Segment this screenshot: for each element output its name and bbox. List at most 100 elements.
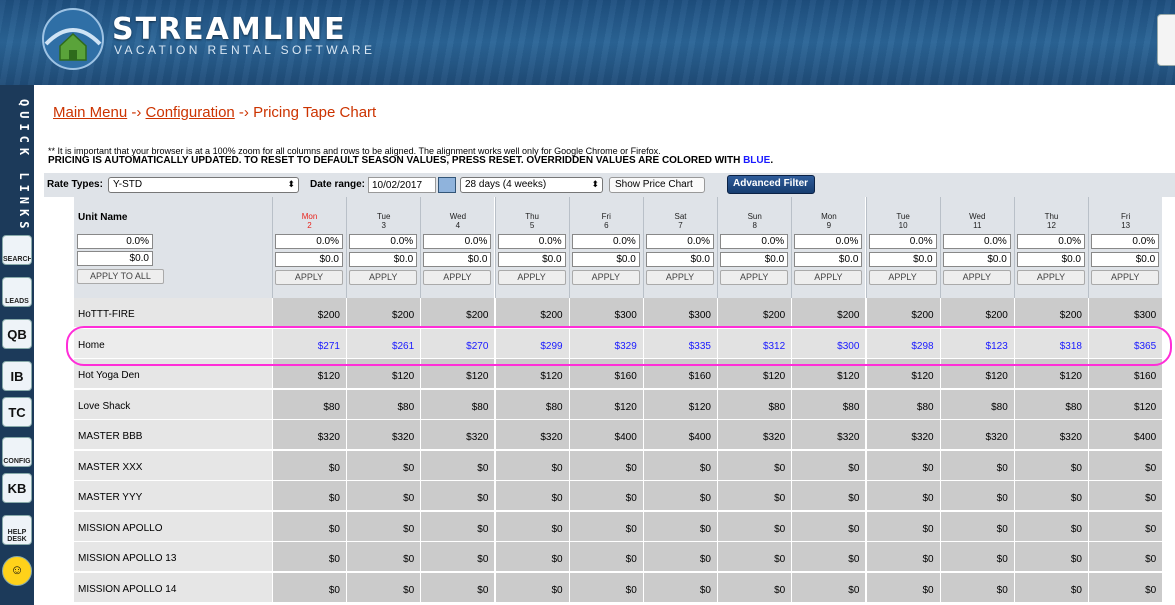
price-cell[interactable]: $298 xyxy=(866,328,940,358)
price-cell[interactable]: $0 xyxy=(644,511,717,541)
day-amount-input[interactable]: $0.0 xyxy=(1017,252,1085,267)
day-amount-input[interactable]: $0.0 xyxy=(646,252,714,267)
price-cell[interactable]: $200 xyxy=(273,298,346,327)
config-icon[interactable]: CONFIG xyxy=(2,437,32,467)
price-cell[interactable]: $400 xyxy=(1089,420,1163,449)
price-cell[interactable]: $120 xyxy=(866,359,940,388)
price-cell[interactable]: $120 xyxy=(1015,359,1088,388)
day-percent-input[interactable]: 0.0% xyxy=(275,234,343,249)
price-cell[interactable]: $0 xyxy=(644,481,717,510)
price-cell[interactable]: $0 xyxy=(644,542,717,571)
price-cell[interactable]: $320 xyxy=(718,420,792,449)
unit-name-cell[interactable]: MISSION APOLLO 13 xyxy=(74,542,272,571)
day-amount-input[interactable]: $0.0 xyxy=(942,252,1011,267)
price-cell[interactable]: $80 xyxy=(866,389,940,419)
price-cell[interactable]: $0 xyxy=(495,450,569,480)
unit-name-cell[interactable]: MISSION APOLLO xyxy=(74,511,272,541)
day-amount-input[interactable]: $0.0 xyxy=(794,252,863,267)
search-icon[interactable]: SEARCH xyxy=(2,235,32,265)
price-cell[interactable]: $80 xyxy=(273,389,346,419)
unit-name-cell[interactable]: HoTTT-FIRE xyxy=(74,298,272,327)
day-amount-input[interactable]: $0.0 xyxy=(1091,252,1160,267)
price-cell[interactable]: $120 xyxy=(569,389,643,419)
price-cell[interactable]: $0 xyxy=(495,572,569,602)
range-select[interactable]: 28 days (4 weeks) ⬍ xyxy=(460,177,603,193)
breadcrumb-configuration-link[interactable]: Configuration xyxy=(146,104,235,121)
price-cell[interactable]: $200 xyxy=(1015,298,1088,327)
day-apply-button[interactable]: APPLY xyxy=(571,270,640,285)
price-cell[interactable]: $271 xyxy=(273,328,346,358)
price-cell[interactable]: $300 xyxy=(1089,298,1163,327)
apply-all-percent-input[interactable]: 0.0% xyxy=(77,234,153,249)
price-cell[interactable]: $80 xyxy=(718,389,792,419)
price-cell[interactable]: $0 xyxy=(866,572,940,602)
day-percent-input[interactable]: 0.0% xyxy=(1091,234,1160,249)
price-cell[interactable]: $0 xyxy=(718,450,792,480)
unit-name-cell[interactable]: MASTER XXX xyxy=(74,450,272,480)
day-amount-input[interactable]: $0.0 xyxy=(868,252,937,267)
day-apply-button[interactable]: APPLY xyxy=(942,270,1011,285)
day-amount-input[interactable]: $0.0 xyxy=(571,252,640,267)
price-cell[interactable]: $0 xyxy=(569,450,643,480)
price-cell[interactable]: $0 xyxy=(347,450,421,480)
day-apply-button[interactable]: APPLY xyxy=(423,270,492,285)
day-percent-input[interactable]: 0.0% xyxy=(646,234,714,249)
price-cell[interactable]: $0 xyxy=(792,542,866,571)
price-cell[interactable]: $200 xyxy=(495,298,569,327)
price-cell[interactable]: $320 xyxy=(940,420,1014,449)
price-cell[interactable]: $0 xyxy=(421,511,495,541)
show-price-chart-button[interactable]: Show Price Chart xyxy=(609,177,705,193)
price-cell[interactable]: $80 xyxy=(347,389,421,419)
price-cell[interactable]: $312 xyxy=(718,328,792,358)
price-cell[interactable]: $320 xyxy=(347,420,421,449)
price-cell[interactable]: $0 xyxy=(273,572,346,602)
day-apply-button[interactable]: APPLY xyxy=(868,270,937,285)
price-cell[interactable]: $200 xyxy=(940,298,1014,327)
day-percent-input[interactable]: 0.0% xyxy=(868,234,937,249)
price-cell[interactable]: $270 xyxy=(421,328,495,358)
day-apply-button[interactable]: APPLY xyxy=(349,270,418,285)
price-cell[interactable]: $0 xyxy=(273,481,346,510)
price-cell[interactable]: $200 xyxy=(718,298,792,327)
price-cell[interactable]: $0 xyxy=(792,481,866,510)
day-amount-input[interactable]: $0.0 xyxy=(423,252,492,267)
apply-to-all-button[interactable]: APPLY TO ALL xyxy=(77,269,164,284)
price-cell[interactable]: $320 xyxy=(421,420,495,449)
price-cell[interactable]: $120 xyxy=(421,359,495,388)
apply-all-amount-input[interactable]: $0.0 xyxy=(77,251,153,266)
price-cell[interactable]: $0 xyxy=(940,542,1014,571)
price-cell[interactable]: $0 xyxy=(792,511,866,541)
price-cell[interactable]: $0 xyxy=(347,481,421,510)
price-cell[interactable]: $0 xyxy=(866,450,940,480)
day-percent-input[interactable]: 0.0% xyxy=(497,234,566,249)
price-cell[interactable]: $320 xyxy=(866,420,940,449)
price-cell[interactable]: $300 xyxy=(792,328,866,358)
unit-name-cell[interactable]: Love Shack xyxy=(74,389,272,419)
price-cell[interactable]: $0 xyxy=(569,511,643,541)
qb-icon[interactable]: QB xyxy=(2,319,32,349)
unit-name-cell[interactable]: Hot Yoga Den xyxy=(74,359,272,388)
price-cell[interactable]: $0 xyxy=(718,511,792,541)
price-cell[interactable]: $0 xyxy=(273,511,346,541)
price-cell[interactable]: $320 xyxy=(792,420,866,449)
price-cell[interactable]: $0 xyxy=(1089,572,1163,602)
price-cell[interactable]: $0 xyxy=(569,572,643,602)
price-cell[interactable]: $200 xyxy=(421,298,495,327)
price-cell[interactable]: $320 xyxy=(1015,420,1088,449)
price-cell[interactable]: $80 xyxy=(495,389,569,419)
price-cell[interactable]: $0 xyxy=(1089,450,1163,480)
calendar-icon[interactable] xyxy=(438,177,456,193)
price-cell[interactable]: $80 xyxy=(940,389,1014,419)
price-cell[interactable]: $318 xyxy=(1015,328,1088,358)
day-apply-button[interactable]: APPLY xyxy=(1091,270,1160,285)
price-cell[interactable]: $0 xyxy=(866,542,940,571)
price-cell[interactable]: $0 xyxy=(569,481,643,510)
price-cell[interactable]: $160 xyxy=(569,359,643,388)
day-amount-input[interactable]: $0.0 xyxy=(275,252,343,267)
price-cell[interactable]: $299 xyxy=(495,328,569,358)
price-cell[interactable]: $0 xyxy=(273,542,346,571)
price-cell[interactable]: $123 xyxy=(940,328,1014,358)
price-cell[interactable]: $0 xyxy=(1015,450,1088,480)
day-percent-input[interactable]: 0.0% xyxy=(794,234,863,249)
day-amount-input[interactable]: $0.0 xyxy=(720,252,789,267)
